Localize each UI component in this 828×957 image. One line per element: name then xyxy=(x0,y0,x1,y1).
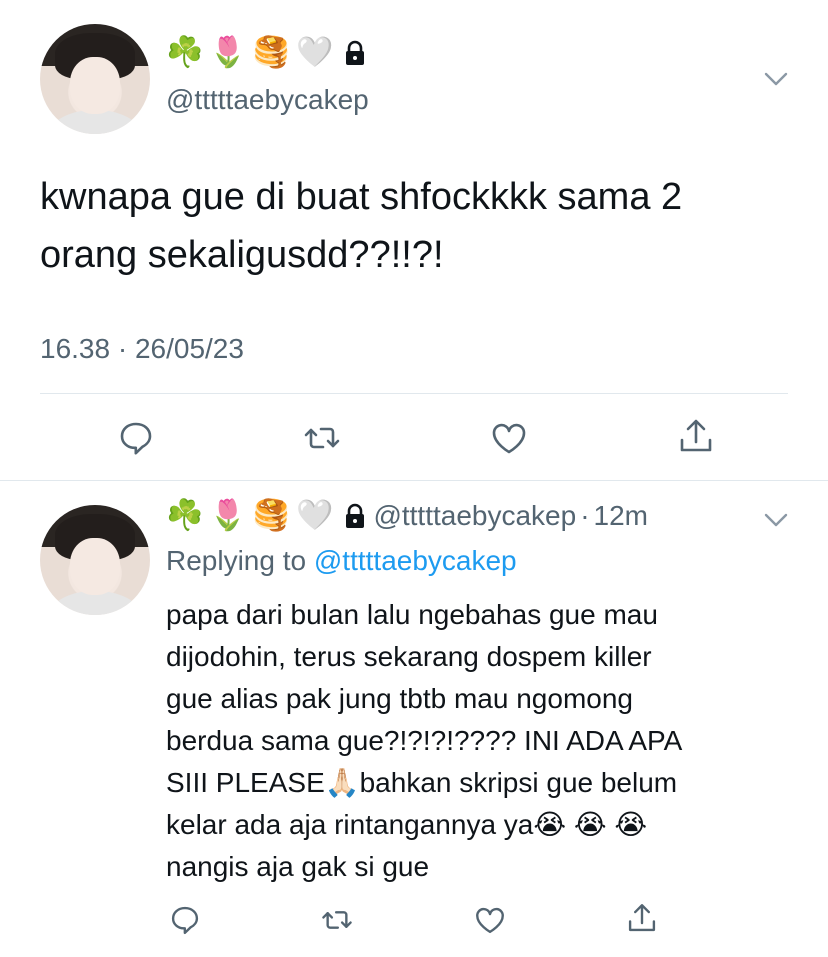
tulip-emoji: 🌷 xyxy=(209,36,247,69)
reply-text: papa dari bulan lalu ngebahas gue mau di… xyxy=(166,594,806,888)
white-heart-emoji: 🤍 xyxy=(296,499,334,532)
retweet-icon[interactable] xyxy=(320,903,354,937)
replying-handle-link[interactable]: @tttttaebycakep xyxy=(314,545,517,576)
chevron-down-icon[interactable] xyxy=(763,507,789,533)
section-divider xyxy=(0,480,828,481)
reply-text-line: gue alias pak jung tbtb mau ngomong xyxy=(166,683,633,714)
user-handle[interactable]: @tttttaebycakep xyxy=(166,84,369,116)
reply-text-line: papa dari bulan lalu ngebahas gue mau xyxy=(166,599,658,630)
clover-emoji: ☘️ xyxy=(166,36,204,69)
pancakes-emoji: 🥞 xyxy=(252,499,291,532)
reply-icon[interactable] xyxy=(116,418,156,458)
reply-text-line: kelar ada aja rintangannya ya😭 😭 😭 xyxy=(166,809,648,840)
replying-to: Replying to @tttttaebycakep xyxy=(166,545,517,577)
like-icon[interactable] xyxy=(473,903,507,937)
reply-header: ☘️ 🌷 🥞 🤍 @tttttaebycakep · 12m xyxy=(166,500,648,532)
separator-dot: · xyxy=(580,500,590,531)
white-heart-emoji: 🤍 xyxy=(296,36,334,69)
clover-emoji: ☘️ xyxy=(166,499,204,532)
display-name[interactable]: ☘️ 🌷 🥞 🤍 xyxy=(166,38,373,68)
main-tweet: ☘️ 🌷 🥞 🤍 @tttttaebycakep kwnapa gue di b… xyxy=(0,0,828,484)
chevron-down-icon[interactable] xyxy=(763,66,789,92)
user-handle[interactable]: @tttttaebycakep xyxy=(373,500,576,532)
tweet-text-line: kwnapa gue di buat shfockkkk sama 2 xyxy=(40,176,683,218)
divider xyxy=(40,393,788,394)
reply-icon[interactable] xyxy=(168,903,202,937)
replying-label: Replying to xyxy=(166,545,314,576)
like-icon[interactable] xyxy=(489,418,529,458)
timestamp[interactable]: 16.38 · 26/05/23 xyxy=(40,333,244,365)
retweet-icon[interactable] xyxy=(302,418,342,458)
avatar[interactable] xyxy=(40,505,150,615)
avatar[interactable] xyxy=(40,24,150,134)
reply-text-line: nangis aja gak si gue xyxy=(166,851,430,882)
lock-icon xyxy=(343,40,367,66)
reply-text-line: dijodohin, terus sekarang dospem killer xyxy=(166,641,652,672)
tulip-emoji: 🌷 xyxy=(209,499,247,532)
share-icon[interactable] xyxy=(625,901,659,935)
share-icon[interactable] xyxy=(676,416,716,456)
reply-text-line: berdua sama gue?!?!?!???? INI ADA APA xyxy=(166,725,683,756)
tweet-text-line: orang sekaligusdd??!!?! xyxy=(40,234,444,276)
time-ago[interactable]: 12m xyxy=(594,500,648,532)
tweet-text: kwnapa gue di buat shfockkkk sama 2 oran… xyxy=(40,168,800,284)
pancakes-emoji: 🥞 xyxy=(252,36,291,69)
reply-text-line: SIII PLEASE🙏🏻bahkan skripsi gue belum xyxy=(166,767,678,798)
lock-icon xyxy=(343,503,367,529)
